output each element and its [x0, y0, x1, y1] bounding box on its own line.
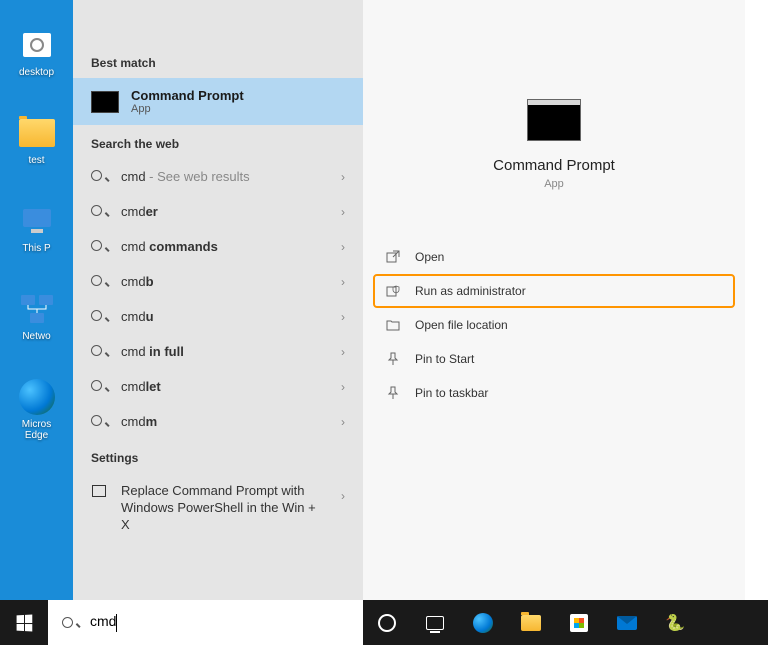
best-match-title: Command Prompt	[131, 88, 244, 103]
chevron-right-icon: ›	[341, 345, 345, 359]
action-pin-to-taskbar[interactable]: Pin to taskbar	[385, 376, 723, 410]
folder-icon	[385, 318, 401, 332]
desktop-icon-label: desktop	[19, 67, 54, 78]
web-result[interactable]: cmd in full ›	[73, 334, 363, 369]
cortana-icon	[378, 614, 396, 632]
web-result[interactable]: cmdb ›	[73, 264, 363, 299]
taskbar-explorer[interactable]	[507, 600, 555, 645]
open-icon	[385, 250, 401, 264]
web-result[interactable]: cmder ›	[73, 194, 363, 229]
desktop-icon-folder[interactable]: test	[17, 113, 57, 166]
pin-icon	[385, 386, 401, 400]
desktop-icon-thispc[interactable]: This P	[17, 201, 57, 254]
taskbar-store[interactable]	[555, 600, 603, 645]
chevron-right-icon: ›	[341, 170, 345, 184]
action-label: Pin to taskbar	[415, 386, 488, 400]
preview-title: Command Prompt	[493, 157, 615, 174]
pin-icon	[385, 352, 401, 366]
search-icon	[91, 309, 107, 324]
web-result-text: cmdb	[121, 274, 327, 289]
action-pin-to-start[interactable]: Pin to Start	[385, 342, 723, 376]
web-result[interactable]: cmd - See web results ›	[73, 159, 363, 194]
cmd-thumbnail-icon	[91, 91, 119, 113]
chevron-right-icon: ›	[341, 489, 345, 503]
python-icon: 🐍	[665, 613, 685, 633]
web-result-text: cmd in full	[121, 344, 327, 359]
search-panel: Best match Command Prompt App Search the…	[73, 0, 745, 600]
taskbar: cmd 🐍	[0, 600, 768, 645]
store-icon	[570, 614, 588, 632]
search-icon	[62, 615, 78, 631]
settings-result[interactable]: Replace Command Prompt with Windows Powe…	[73, 473, 363, 544]
taskbar-edge[interactable]	[459, 600, 507, 645]
action-open[interactable]: Open	[385, 240, 723, 274]
action-label: Run as administrator	[415, 284, 526, 298]
web-result[interactable]: cmdm ›	[73, 404, 363, 439]
desktop-background: desktop test This P Netwo Micros Edge	[0, 0, 73, 600]
preview-pane: Command Prompt App Open Run as administr…	[363, 0, 745, 600]
web-result-text: cmd - See web results	[121, 169, 327, 184]
desktop-icon-edge[interactable]: Micros Edge	[17, 377, 57, 441]
desktop-icon-label: Micros Edge	[22, 419, 51, 441]
desktop-icon-label: test	[28, 155, 44, 166]
chevron-right-icon: ›	[341, 205, 345, 219]
web-result[interactable]: cmdu ›	[73, 299, 363, 334]
task-view-button[interactable]	[411, 600, 459, 645]
action-open-file-location[interactable]: Open file location	[385, 308, 723, 342]
search-icon	[91, 204, 107, 219]
search-icon	[91, 414, 107, 429]
web-result-text: cmder	[121, 204, 327, 219]
action-label: Open file location	[415, 318, 508, 332]
section-settings: Settings	[73, 439, 363, 473]
preview-subtitle: App	[544, 178, 564, 190]
desktop-icon-label: This P	[22, 243, 50, 254]
web-result[interactable]: cmdlet ›	[73, 369, 363, 404]
results-pane: Best match Command Prompt App Search the…	[73, 0, 363, 600]
desktop-icon-ini[interactable]: desktop	[17, 25, 57, 78]
search-input-text: cmd	[90, 613, 117, 631]
edge-icon	[473, 613, 493, 633]
search-icon	[91, 344, 107, 359]
action-label: Open	[415, 250, 444, 264]
taskbar-mail[interactable]	[603, 600, 651, 645]
action-run-as-admin[interactable]: Run as administrator	[373, 274, 735, 308]
chevron-right-icon: ›	[341, 275, 345, 289]
chevron-right-icon: ›	[341, 240, 345, 254]
search-icon	[91, 379, 107, 394]
desktop-icon-network[interactable]: Netwo	[17, 289, 57, 342]
web-result-text: cmdlet	[121, 379, 327, 394]
action-label: Pin to Start	[415, 352, 474, 366]
chevron-right-icon: ›	[341, 415, 345, 429]
admin-shield-icon	[385, 284, 401, 298]
settings-result-text: Replace Command Prompt with Windows Powe…	[121, 483, 327, 534]
best-match-subtitle: App	[131, 103, 244, 115]
search-icon	[91, 274, 107, 289]
search-icon	[91, 169, 107, 184]
web-result[interactable]: cmd commands ›	[73, 229, 363, 264]
desktop-icon-label: Netwo	[22, 331, 50, 342]
web-result-text: cmd commands	[121, 239, 327, 254]
windows-logo-icon	[17, 614, 33, 631]
search-icon	[91, 239, 107, 254]
cortana-button[interactable]	[363, 600, 411, 645]
web-result-text: cmdu	[121, 309, 327, 324]
settings-square-icon	[91, 485, 107, 497]
section-best-match: Best match	[73, 44, 363, 78]
chevron-right-icon: ›	[341, 380, 345, 394]
best-match-result[interactable]: Command Prompt App	[73, 78, 363, 125]
mail-icon	[617, 616, 637, 630]
web-result-text: cmdm	[121, 414, 327, 429]
folder-icon	[521, 615, 541, 631]
preview-thumbnail-icon	[527, 99, 581, 141]
taskbar-python[interactable]: 🐍	[651, 600, 699, 645]
start-button[interactable]	[0, 600, 48, 645]
chevron-right-icon: ›	[341, 310, 345, 324]
actions-list: Open Run as administrator Open file loca…	[363, 240, 745, 410]
task-view-icon	[426, 616, 444, 630]
section-search-web: Search the web	[73, 125, 363, 159]
taskbar-search-box[interactable]: cmd	[48, 600, 363, 645]
